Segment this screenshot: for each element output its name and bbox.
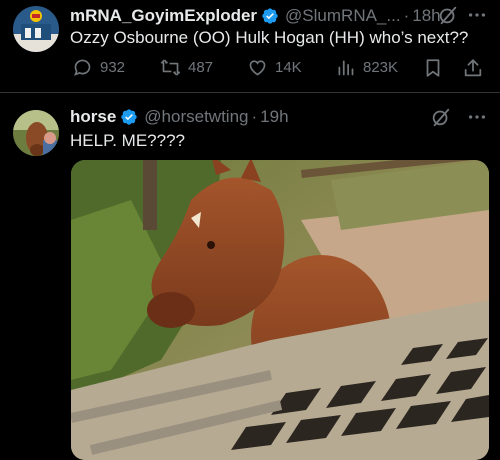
- reply-button[interactable]: 932: [72, 57, 125, 78]
- tweet-text: Ozzy Osbourne (OO) Hulk Hogan (HH) who’s…: [70, 28, 469, 47]
- share-icon[interactable]: [462, 57, 484, 79]
- tweet-media-image[interactable]: [71, 160, 489, 460]
- reply-icon: [74, 59, 91, 76]
- separator-dot: ·: [403, 6, 410, 25]
- views-count: 823K: [363, 59, 399, 76]
- bookmark-icon[interactable]: [422, 57, 444, 79]
- display-name[interactable]: mRNA_GoyimExploder: [70, 6, 257, 26]
- verified-badge-icon: [121, 109, 137, 125]
- verified-badge-icon: [262, 8, 278, 24]
- like-icon: [249, 60, 266, 76]
- horse-photo: [71, 160, 489, 460]
- timestamp[interactable]: 19h: [260, 107, 288, 127]
- like-count: 14K: [275, 59, 302, 76]
- more-icon[interactable]: [466, 4, 488, 26]
- tweet-text: HELP. ME????: [70, 131, 185, 150]
- grok-icon[interactable]: [430, 106, 452, 128]
- retweet-icon: [160, 59, 181, 76]
- more-icon[interactable]: [466, 106, 488, 128]
- grok-icon[interactable]: [437, 4, 459, 26]
- views-icon: [338, 60, 354, 76]
- retweet-button[interactable]: 487: [160, 57, 213, 78]
- tweet-1[interactable]: mRNA_GoyimExploder @SlumRNA_... · 18h Oz…: [0, 0, 500, 92]
- views-button[interactable]: 823K: [335, 57, 398, 78]
- display-name[interactable]: horse: [70, 107, 116, 127]
- avatar-horse[interactable]: [13, 110, 59, 156]
- reply-count: 932: [100, 59, 126, 76]
- like-button[interactable]: 14K: [247, 57, 302, 78]
- tweet-2[interactable]: horse @horsetwting · 19h HELP. ME????: [0, 93, 500, 460]
- handle[interactable]: @SlumRNA_...: [285, 6, 401, 26]
- retweet-count: 487: [188, 59, 214, 76]
- handle[interactable]: @horsetwting: [144, 107, 248, 127]
- avatar-mrna[interactable]: [13, 6, 59, 52]
- separator-dot: ·: [251, 107, 258, 126]
